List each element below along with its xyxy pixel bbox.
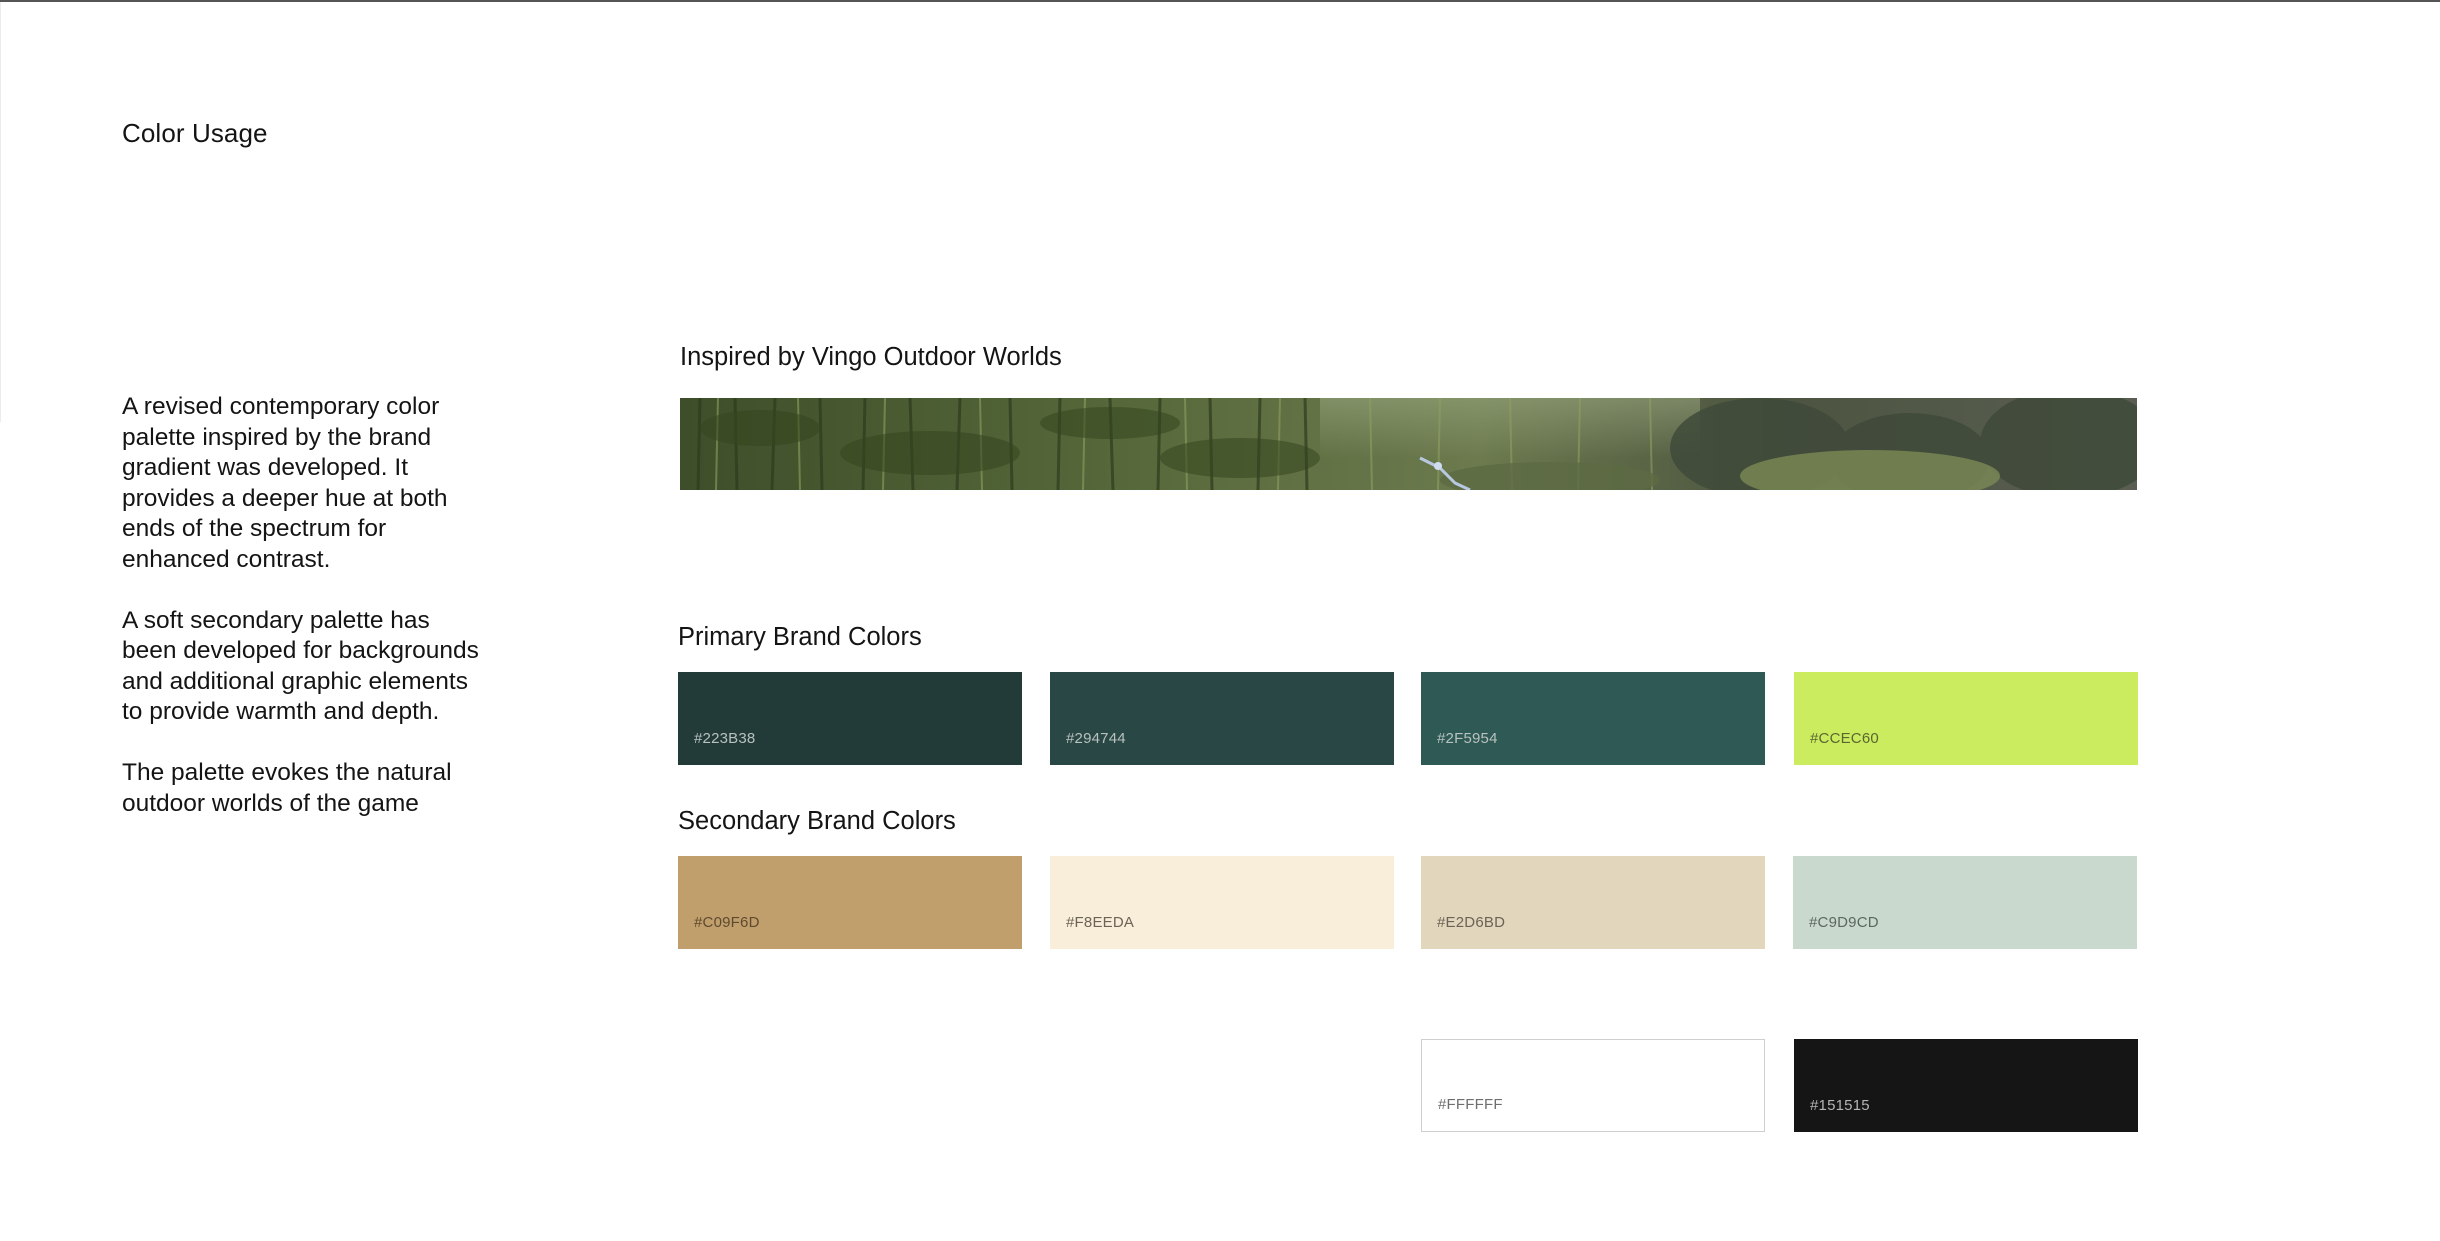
neutral-swatch-white: #FFFFFF (1421, 1039, 1765, 1132)
page-title: Color Usage (122, 118, 268, 148)
swatch-hex-code: #223B38 (694, 730, 756, 747)
swatch-hex-code: #E2D6BD (1437, 914, 1506, 931)
intro-text: A revised contemporary color palette ins… (122, 392, 482, 850)
top-divider (0, 0, 2440, 2)
neutral-swatch-black: #151515 (1794, 1039, 2138, 1132)
primary-swatch-1: #223B38 (678, 672, 1022, 765)
swatch-hex-code: #2F5954 (1437, 730, 1498, 747)
swatch-hex-code: #294744 (1066, 730, 1126, 747)
swatch-hex-code: #C9D9CD (1809, 914, 1879, 931)
swatch-hex-code: #FFFFFF (1438, 1096, 1503, 1113)
primary-swatch-2: #294744 (1050, 672, 1394, 765)
intro-paragraph-3: The palette evokes the natural outdoor w… (122, 759, 452, 817)
intro-paragraph-2: A soft secondary palette has been develo… (122, 606, 479, 726)
primary-colors-heading: Primary Brand Colors (678, 623, 922, 651)
swatch-hex-code: #F8EEDA (1066, 914, 1135, 931)
secondary-colors-heading: Secondary Brand Colors (678, 807, 956, 835)
secondary-swatch-3: #E2D6BD (1421, 856, 1765, 949)
swatch-hex-code: #CCEC60 (1810, 730, 1879, 747)
intro-paragraph-1: A revised contemporary color palette ins… (122, 393, 448, 573)
swatch-hex-code: #C09F6D (694, 914, 760, 931)
secondary-swatch-1: #C09F6D (678, 856, 1022, 949)
secondary-swatch-4: #C9D9CD (1793, 856, 2137, 949)
swatch-hex-code: #151515 (1810, 1097, 1870, 1114)
secondary-swatch-2: #F8EEDA (1050, 856, 1394, 949)
left-divider (0, 2, 1, 422)
primary-swatch-4: #CCEC60 (1794, 672, 2138, 765)
primary-swatch-3: #2F5954 (1421, 672, 1765, 765)
forest-banner-image (680, 398, 2137, 490)
inspiration-heading: Inspired by Vingo Outdoor Worlds (680, 343, 1062, 371)
